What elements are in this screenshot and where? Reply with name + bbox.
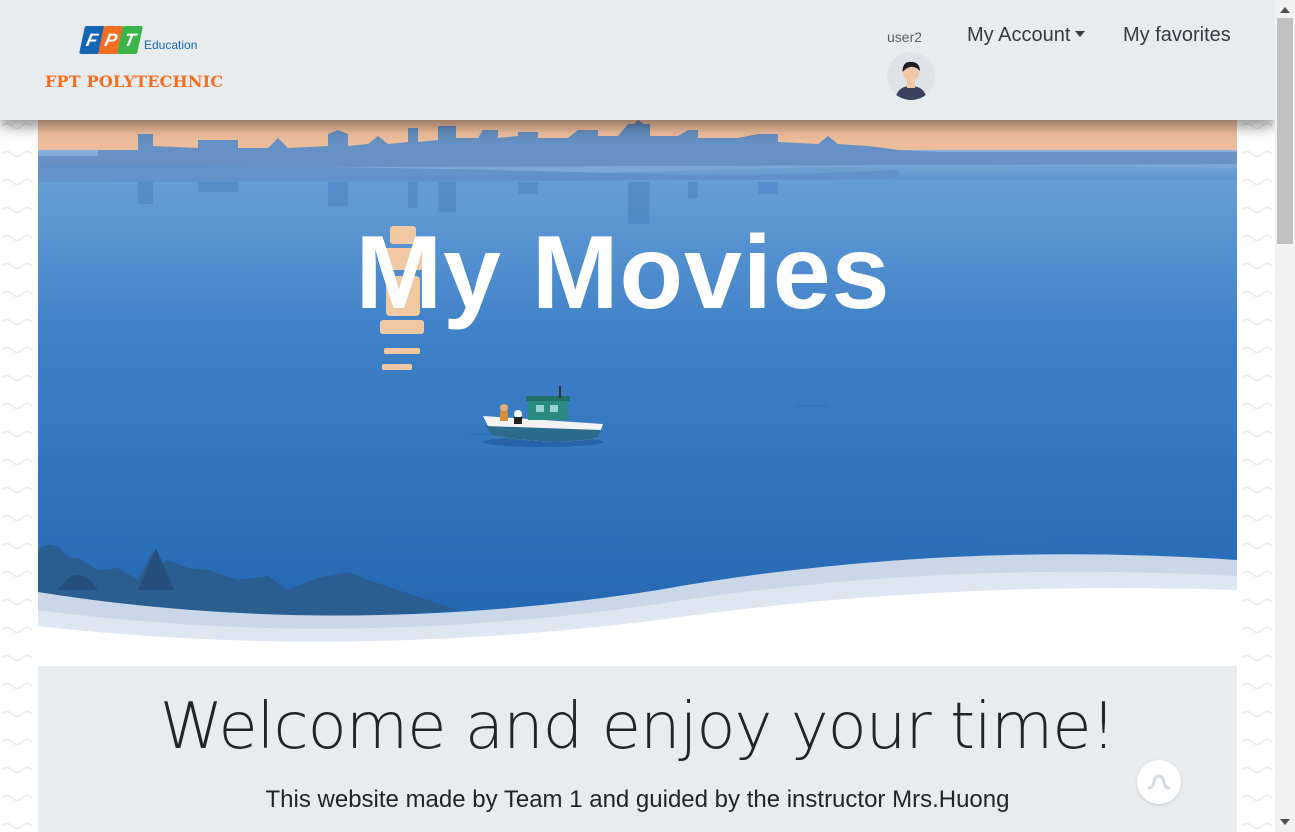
scroll-down-arrow-icon[interactable] [1280,819,1290,825]
hero-banner: My Movies [38,120,1237,666]
welcome-subtitle: This website made by Team 1 and guided b… [265,786,1010,813]
caret-down-icon [1075,31,1086,38]
username-label: user2 [887,29,923,45]
logo-letter-t: T [117,26,143,54]
wave-icon [1147,774,1171,790]
my-account-dropdown[interactable]: My Account [967,24,1086,47]
user-avatar-icon[interactable] [887,52,935,100]
my-favorites-link[interactable]: My favorites [1123,24,1231,47]
scrollbar-thumb[interactable] [1277,18,1293,244]
logo-subtitle: Education [144,38,198,52]
welcome-section: Welcome and enjoy your time! This websit… [38,666,1237,832]
floating-action-button[interactable] [1137,760,1181,804]
my-account-label: My Account [967,24,1071,46]
brand-logo[interactable]: F P T Education FPT POLYTECHNIC [40,20,240,100]
logo-name: FPT POLYTECHNIC [45,72,224,91]
navbar: F P T Education FPT POLYTECHNIC user2 My… [0,0,1275,120]
welcome-title: Welcome and enjoy your time! [159,690,1116,764]
hero-title: My Movies [355,215,891,331]
scroll-up-arrow-icon[interactable] [1280,7,1290,13]
hero-lake-illustration [38,120,1237,666]
vertical-scrollbar[interactable] [1275,0,1295,832]
